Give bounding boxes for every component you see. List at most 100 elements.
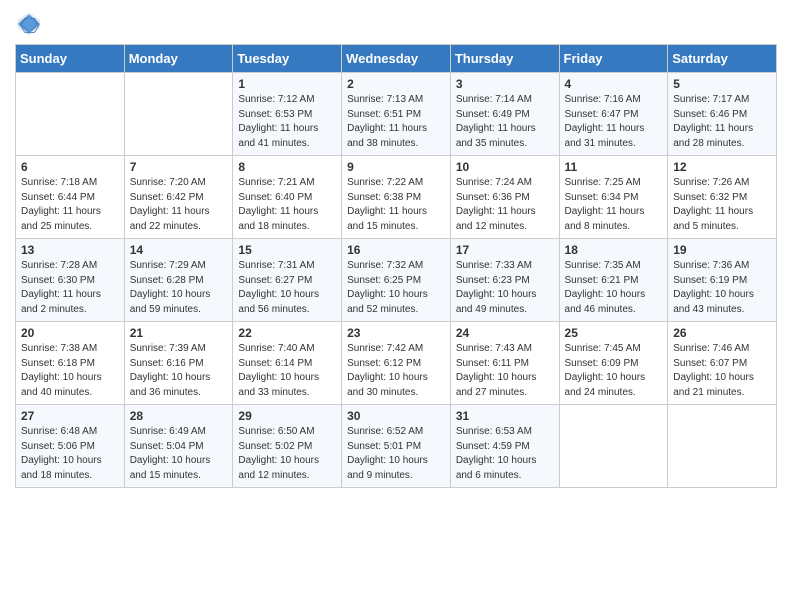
day-info: Sunrise: 7:31 AM Sunset: 6:27 PM Dayligh… bbox=[238, 259, 336, 317]
day-info: Sunrise: 7:40 AM Sunset: 6:14 PM Dayligh… bbox=[238, 342, 336, 400]
day-info: Sunrise: 7:33 AM Sunset: 6:23 PM Dayligh… bbox=[456, 259, 554, 317]
calendar-cell: 3Sunrise: 7:14 AM Sunset: 6:49 PM Daylig… bbox=[450, 73, 559, 156]
day-number: 23 bbox=[347, 326, 445, 340]
col-header-tuesday: Tuesday bbox=[233, 45, 342, 73]
day-number: 24 bbox=[456, 326, 554, 340]
day-info: Sunrise: 7:39 AM Sunset: 6:16 PM Dayligh… bbox=[130, 342, 228, 400]
week-row-5: 27 Sunrise: 6:48 AM Sunset: 5:06 PM Dayli… bbox=[16, 405, 777, 488]
day-info: Sunrise: 7:25 AM Sunset: 6:34 PM Dayligh… bbox=[565, 176, 663, 234]
day-number: 21 bbox=[130, 326, 228, 340]
calendar-cell: 9Sunrise: 7:22 AM Sunset: 6:38 PM Daylig… bbox=[342, 156, 451, 239]
day-info: Sunrise: 7:46 AM Sunset: 6:07 PM Dayligh… bbox=[673, 342, 771, 400]
calendar-cell: 12 Sunrise: 7:26 AM Sunset: 6:32 PM Dayli… bbox=[668, 156, 777, 239]
day-number: 31 bbox=[456, 409, 554, 423]
calendar-cell: 10Sunrise: 7:24 AM Sunset: 6:36 PM Dayli… bbox=[450, 156, 559, 239]
calendar-cell: 21 Sunrise: 7:39 AM Sunset: 6:16 PM Dayli… bbox=[124, 322, 233, 405]
week-row-2: 6 Sunrise: 7:18 AM Sunset: 6:44 PM Daylig… bbox=[16, 156, 777, 239]
day-number: 2 bbox=[347, 77, 445, 91]
calendar-cell bbox=[559, 405, 668, 488]
page: SundayMondayTuesdayWednesdayThursdayFrid… bbox=[0, 0, 792, 503]
col-header-monday: Monday bbox=[124, 45, 233, 73]
calendar-cell bbox=[16, 73, 125, 156]
day-number: 6 bbox=[21, 160, 119, 174]
calendar-cell: 7Sunrise: 7:20 AM Sunset: 6:42 PM Daylig… bbox=[124, 156, 233, 239]
calendar-cell: 27 Sunrise: 6:48 AM Sunset: 5:06 PM Dayli… bbox=[16, 405, 125, 488]
week-row-1: 1 Sunrise: 7:12 AM Sunset: 6:53 PM Daylig… bbox=[16, 73, 777, 156]
day-info: Sunrise: 7:45 AM Sunset: 6:09 PM Dayligh… bbox=[565, 342, 663, 400]
calendar-cell: 14 Sunrise: 7:29 AM Sunset: 6:28 PM Dayli… bbox=[124, 239, 233, 322]
day-number: 19 bbox=[673, 243, 771, 257]
calendar-cell: 4 Sunrise: 7:16 AM Sunset: 6:47 PM Daylig… bbox=[559, 73, 668, 156]
day-number: 22 bbox=[238, 326, 336, 340]
day-number: 1 bbox=[238, 77, 336, 91]
calendar-cell: 18 Sunrise: 7:35 AM Sunset: 6:21 PM Dayli… bbox=[559, 239, 668, 322]
day-number: 25 bbox=[565, 326, 663, 340]
day-info: Sunrise: 7:43 AM Sunset: 6:11 PM Dayligh… bbox=[456, 342, 554, 400]
col-header-friday: Friday bbox=[559, 45, 668, 73]
day-info: Sunrise: 7:38 AM Sunset: 6:18 PM Dayligh… bbox=[21, 342, 119, 400]
logo-icon bbox=[15, 10, 43, 38]
header-row: SundayMondayTuesdayWednesdayThursdayFrid… bbox=[16, 45, 777, 73]
calendar-cell: 13Sunrise: 7:28 AM Sunset: 6:30 PM Dayli… bbox=[16, 239, 125, 322]
day-info: Sunrise: 7:16 AM Sunset: 6:47 PM Dayligh… bbox=[565, 93, 663, 151]
col-header-sunday: Sunday bbox=[16, 45, 125, 73]
day-info: Sunrise: 6:50 AM Sunset: 5:02 PM Dayligh… bbox=[238, 425, 336, 483]
day-info: Sunrise: 7:17 AM Sunset: 6:46 PM Dayligh… bbox=[673, 93, 771, 151]
calendar-cell: 1 Sunrise: 7:12 AM Sunset: 6:53 PM Daylig… bbox=[233, 73, 342, 156]
day-number: 8 bbox=[238, 160, 336, 174]
day-number: 12 bbox=[673, 160, 771, 174]
col-header-saturday: Saturday bbox=[668, 45, 777, 73]
calendar-cell: 24 Sunrise: 7:43 AM Sunset: 6:11 PM Dayli… bbox=[450, 322, 559, 405]
calendar-cell: 19Sunrise: 7:36 AM Sunset: 6:19 PM Dayli… bbox=[668, 239, 777, 322]
day-number: 4 bbox=[565, 77, 663, 91]
day-info: Sunrise: 7:35 AM Sunset: 6:21 PM Dayligh… bbox=[565, 259, 663, 317]
calendar-cell: 25 Sunrise: 7:45 AM Sunset: 6:09 PM Dayli… bbox=[559, 322, 668, 405]
day-info: Sunrise: 6:52 AM Sunset: 5:01 PM Dayligh… bbox=[347, 425, 445, 483]
day-number: 26 bbox=[673, 326, 771, 340]
calendar-cell: 28 Sunrise: 6:49 AM Sunset: 5:04 PM Dayli… bbox=[124, 405, 233, 488]
day-number: 29 bbox=[238, 409, 336, 423]
calendar-cell: 20Sunrise: 7:38 AM Sunset: 6:18 PM Dayli… bbox=[16, 322, 125, 405]
day-info: Sunrise: 7:32 AM Sunset: 6:25 PM Dayligh… bbox=[347, 259, 445, 317]
day-number: 30 bbox=[347, 409, 445, 423]
week-row-3: 13Sunrise: 7:28 AM Sunset: 6:30 PM Dayli… bbox=[16, 239, 777, 322]
day-number: 14 bbox=[130, 243, 228, 257]
day-info: Sunrise: 7:13 AM Sunset: 6:51 PM Dayligh… bbox=[347, 93, 445, 151]
day-info: Sunrise: 7:21 AM Sunset: 6:40 PM Dayligh… bbox=[238, 176, 336, 234]
calendar-cell bbox=[668, 405, 777, 488]
calendar-cell: 29 Sunrise: 6:50 AM Sunset: 5:02 PM Dayli… bbox=[233, 405, 342, 488]
week-row-4: 20Sunrise: 7:38 AM Sunset: 6:18 PM Dayli… bbox=[16, 322, 777, 405]
day-info: Sunrise: 7:22 AM Sunset: 6:38 PM Dayligh… bbox=[347, 176, 445, 234]
day-number: 5 bbox=[673, 77, 771, 91]
day-info: Sunrise: 6:48 AM Sunset: 5:06 PM Dayligh… bbox=[21, 425, 119, 483]
day-info: Sunrise: 7:24 AM Sunset: 6:36 PM Dayligh… bbox=[456, 176, 554, 234]
calendar-table: SundayMondayTuesdayWednesdayThursdayFrid… bbox=[15, 44, 777, 488]
day-number: 28 bbox=[130, 409, 228, 423]
calendar-cell: 6 Sunrise: 7:18 AM Sunset: 6:44 PM Daylig… bbox=[16, 156, 125, 239]
calendar-cell: 31 Sunrise: 6:53 AM Sunset: 4:59 PM Dayli… bbox=[450, 405, 559, 488]
header bbox=[15, 10, 777, 38]
day-number: 16 bbox=[347, 243, 445, 257]
day-info: Sunrise: 7:18 AM Sunset: 6:44 PM Dayligh… bbox=[21, 176, 119, 234]
day-info: Sunrise: 6:53 AM Sunset: 4:59 PM Dayligh… bbox=[456, 425, 554, 483]
day-info: Sunrise: 7:29 AM Sunset: 6:28 PM Dayligh… bbox=[130, 259, 228, 317]
calendar-cell: 22 Sunrise: 7:40 AM Sunset: 6:14 PM Dayli… bbox=[233, 322, 342, 405]
calendar-cell: 8 Sunrise: 7:21 AM Sunset: 6:40 PM Daylig… bbox=[233, 156, 342, 239]
calendar-cell bbox=[124, 73, 233, 156]
day-number: 27 bbox=[21, 409, 119, 423]
calendar-cell: 30 Sunrise: 6:52 AM Sunset: 5:01 PM Dayli… bbox=[342, 405, 451, 488]
calendar-cell: 11 Sunrise: 7:25 AM Sunset: 6:34 PM Dayli… bbox=[559, 156, 668, 239]
day-number: 18 bbox=[565, 243, 663, 257]
logo bbox=[15, 10, 47, 38]
day-info: Sunrise: 6:49 AM Sunset: 5:04 PM Dayligh… bbox=[130, 425, 228, 483]
col-header-thursday: Thursday bbox=[450, 45, 559, 73]
calendar-cell: 16 Sunrise: 7:32 AM Sunset: 6:25 PM Dayli… bbox=[342, 239, 451, 322]
day-number: 11 bbox=[565, 160, 663, 174]
day-info: Sunrise: 7:28 AM Sunset: 6:30 PM Dayligh… bbox=[21, 259, 119, 317]
day-number: 17 bbox=[456, 243, 554, 257]
day-number: 7 bbox=[130, 160, 228, 174]
calendar-cell: 2 Sunrise: 7:13 AM Sunset: 6:51 PM Daylig… bbox=[342, 73, 451, 156]
day-info: Sunrise: 7:26 AM Sunset: 6:32 PM Dayligh… bbox=[673, 176, 771, 234]
day-info: Sunrise: 7:12 AM Sunset: 6:53 PM Dayligh… bbox=[238, 93, 336, 151]
calendar-cell: 26 Sunrise: 7:46 AM Sunset: 6:07 PM Dayli… bbox=[668, 322, 777, 405]
